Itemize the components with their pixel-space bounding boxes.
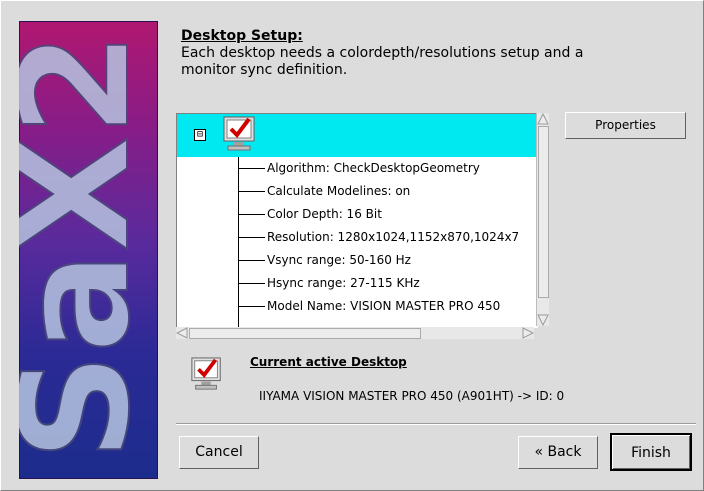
properties-button[interactable]: Properties: [565, 112, 686, 139]
scroll-thumb[interactable]: [538, 126, 549, 298]
back-button[interactable]: « Back: [518, 436, 598, 469]
tree-horizontal-scrollbar[interactable]: [176, 327, 534, 339]
tree-root-node[interactable]: ⊟: [177, 114, 537, 157]
scroll-thumb-horizontal[interactable]: [189, 328, 421, 339]
finish-button[interactable]: Finish: [610, 433, 692, 471]
logo-text: SaX2: [19, 32, 158, 461]
tree-connector: [238, 157, 239, 327]
active-desktop-description: IIYAMA VISION MASTER PRO 450 (A901HT) ->…: [259, 389, 565, 403]
tree-vertical-scrollbar[interactable]: [536, 113, 549, 326]
page-description: Each desktop needs a colordepth/resoluti…: [181, 45, 584, 78]
desktop-tree[interactable]: ⊟ Algorithm: CheckDesktopGeometry Calcul…: [176, 113, 538, 328]
divider: [176, 423, 696, 425]
scroll-down-icon[interactable]: [537, 314, 549, 326]
monitor-check-icon: [223, 116, 255, 151]
collapse-icon[interactable]: ⊟: [194, 129, 206, 141]
scroll-right-icon[interactable]: [522, 327, 534, 339]
page-title: Desktop Setup:: [181, 28, 303, 44]
sax2-logo-icon: SaX2: [19, 31, 158, 462]
scroll-up-icon[interactable]: [537, 113, 549, 125]
scroll-left-icon[interactable]: [176, 327, 188, 339]
sax2-logo-banner: SaX2: [19, 21, 158, 479]
cancel-button[interactable]: Cancel: [179, 436, 259, 469]
active-desktop-title: Current active Desktop: [250, 355, 407, 369]
monitor-check-icon: [191, 357, 221, 390]
